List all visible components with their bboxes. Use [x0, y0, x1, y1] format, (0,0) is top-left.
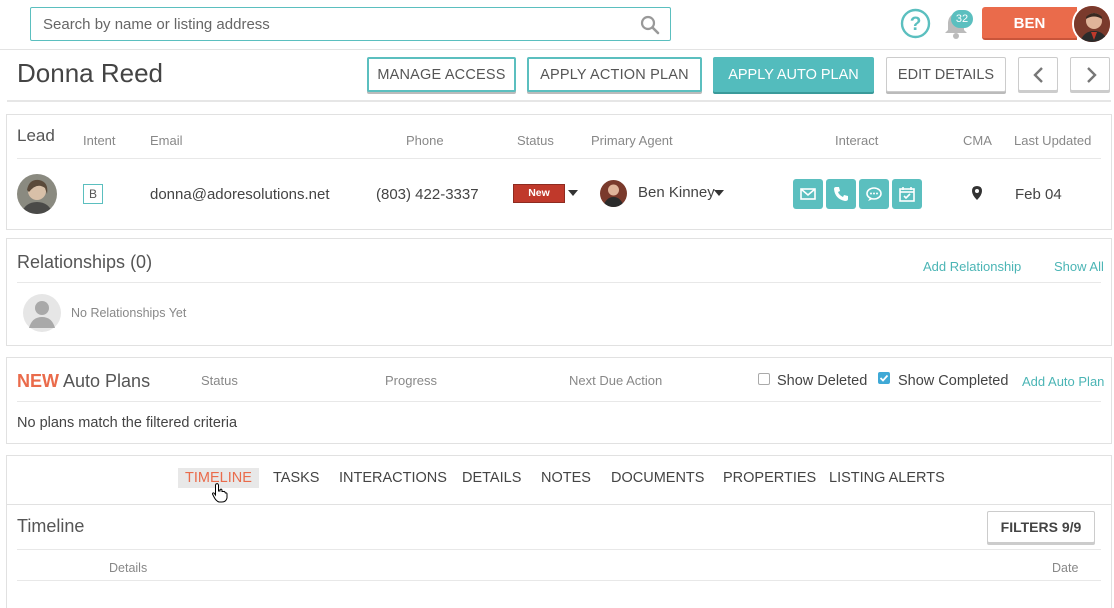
agent-photo-icon — [600, 180, 627, 207]
filters-button[interactable]: FILTERS 9/9 — [987, 511, 1095, 543]
hand-cursor-icon — [211, 483, 228, 503]
next-button[interactable] — [1070, 57, 1110, 91]
previous-button[interactable] — [1018, 57, 1058, 91]
auto-plans-divider — [17, 401, 1101, 402]
timeline-title: Timeline — [17, 516, 85, 536]
user-photo-icon — [1074, 6, 1110, 42]
chevron-left-icon — [1033, 67, 1043, 83]
header-divider — [7, 100, 1111, 102]
email-header: Email — [150, 133, 183, 148]
phone-icon — [834, 187, 848, 201]
show-deleted-checkbox[interactable] — [758, 373, 770, 385]
map-pin-icon[interactable] — [970, 185, 984, 201]
no-relationships-text: No Relationships Yet — [71, 306, 187, 320]
tab-properties[interactable]: PROPERTIES — [723, 470, 816, 486]
tab-tasks[interactable]: TASKS — [273, 470, 319, 486]
calendar-check-icon — [899, 187, 915, 202]
checkmark-icon — [879, 374, 889, 382]
plan-status-header: Status — [201, 373, 238, 388]
intent-header: Intent — [83, 133, 116, 148]
chevron-right-icon — [1087, 67, 1097, 83]
agent-avatar — [600, 180, 627, 207]
apply-auto-plan-button[interactable]: APPLY AUTO PLAN — [713, 57, 874, 92]
svg-text:?: ? — [910, 14, 922, 35]
user-avatar[interactable] — [1072, 4, 1112, 44]
agent-dropdown-icon[interactable] — [714, 190, 724, 196]
apply-action-plan-button[interactable]: APPLY ACTION PLAN — [527, 57, 702, 92]
relationships-panel: Relationships (0) Add Relationship Show … — [6, 238, 1112, 346]
date-column-header: Date — [1052, 561, 1079, 575]
lead-divider — [17, 158, 1101, 159]
tab-listing-alerts[interactable]: LISTING ALERTS — [829, 470, 945, 486]
cma-header: CMA — [963, 133, 992, 148]
tab-details[interactable]: DETAILS — [462, 470, 521, 486]
add-auto-plan-link[interactable]: Add Auto Plan — [1022, 374, 1104, 389]
user-menu-button[interactable]: BEN — [982, 7, 1077, 40]
relationships-title: Relationships (0) — [17, 252, 153, 272]
auto-plans-label: Auto Plans — [63, 371, 151, 391]
lead-email[interactable]: donna@adoresolutions.net — [150, 186, 330, 203]
new-label: NEW — [17, 371, 59, 391]
envelope-icon — [800, 188, 816, 200]
show-completed-label[interactable]: Show Completed — [898, 373, 1008, 389]
interact-header: Interact — [835, 133, 879, 148]
relationships-divider — [17, 282, 1101, 283]
show-deleted-label[interactable]: Show Deleted — [777, 373, 867, 389]
show-all-link[interactable]: Show All — [1054, 259, 1104, 274]
text-action-button[interactable] — [859, 179, 889, 209]
auto-plans-panel: NEW Auto Plans Status Progress Next Due … — [6, 357, 1112, 444]
add-relationship-link[interactable]: Add Relationship — [923, 259, 1021, 274]
lead-panel: Lead Intent Email Phone Status Primary A… — [6, 114, 1112, 230]
tab-notes[interactable]: NOTES — [541, 470, 591, 486]
intent-badge[interactable]: B — [83, 184, 103, 204]
empty-avatar-icon — [23, 294, 61, 332]
lead-avatar[interactable] — [17, 174, 57, 214]
search-box[interactable] — [30, 7, 671, 41]
status-header: Status — [517, 133, 554, 148]
last-updated-header: Last Updated — [1014, 133, 1092, 148]
timeline-header-divider — [17, 580, 1101, 581]
email-action-button[interactable] — [793, 179, 823, 209]
page-title: Donna Reed — [17, 58, 163, 88]
no-plans-text: No plans match the filtered criteria — [17, 415, 238, 431]
plan-next-due-header: Next Due Action — [569, 373, 663, 388]
call-action-button[interactable] — [826, 179, 856, 209]
tab-documents[interactable]: DOCUMENTS — [611, 470, 704, 486]
last-updated-value: Feb 04 — [1015, 186, 1062, 203]
lead-title: Lead — [17, 126, 55, 145]
notification-badge: 32 — [951, 10, 973, 28]
primary-agent-header: Primary Agent — [591, 133, 673, 148]
details-column-header: Details — [109, 561, 148, 575]
edit-details-button[interactable]: EDIT DETAILS — [886, 57, 1006, 92]
lead-phone[interactable]: (803) 422-3337 — [376, 186, 479, 203]
tab-interactions[interactable]: INTERACTIONS — [339, 470, 447, 486]
tabs-divider — [7, 504, 1111, 505]
search-input[interactable] — [31, 8, 621, 40]
timeline-divider — [17, 549, 1101, 550]
primary-agent-name[interactable]: Ben Kinney — [638, 184, 715, 201]
plan-progress-header: Progress — [385, 373, 438, 388]
show-completed-checkbox[interactable] — [878, 372, 890, 384]
contact-photo-icon — [17, 174, 57, 214]
manage-access-button[interactable]: MANAGE ACCESS — [367, 57, 516, 92]
appointment-action-button[interactable] — [892, 179, 922, 209]
status-badge[interactable]: New — [513, 184, 565, 203]
phone-header: Phone — [406, 133, 444, 148]
top-bar: ? 32 BEN — [0, 0, 1114, 50]
search-icon[interactable] — [640, 15, 660, 35]
auto-plans-title: NEW Auto Plans — [17, 371, 150, 392]
status-dropdown-icon[interactable] — [568, 190, 578, 196]
chat-icon — [866, 187, 882, 201]
help-icon[interactable]: ? — [900, 8, 931, 39]
